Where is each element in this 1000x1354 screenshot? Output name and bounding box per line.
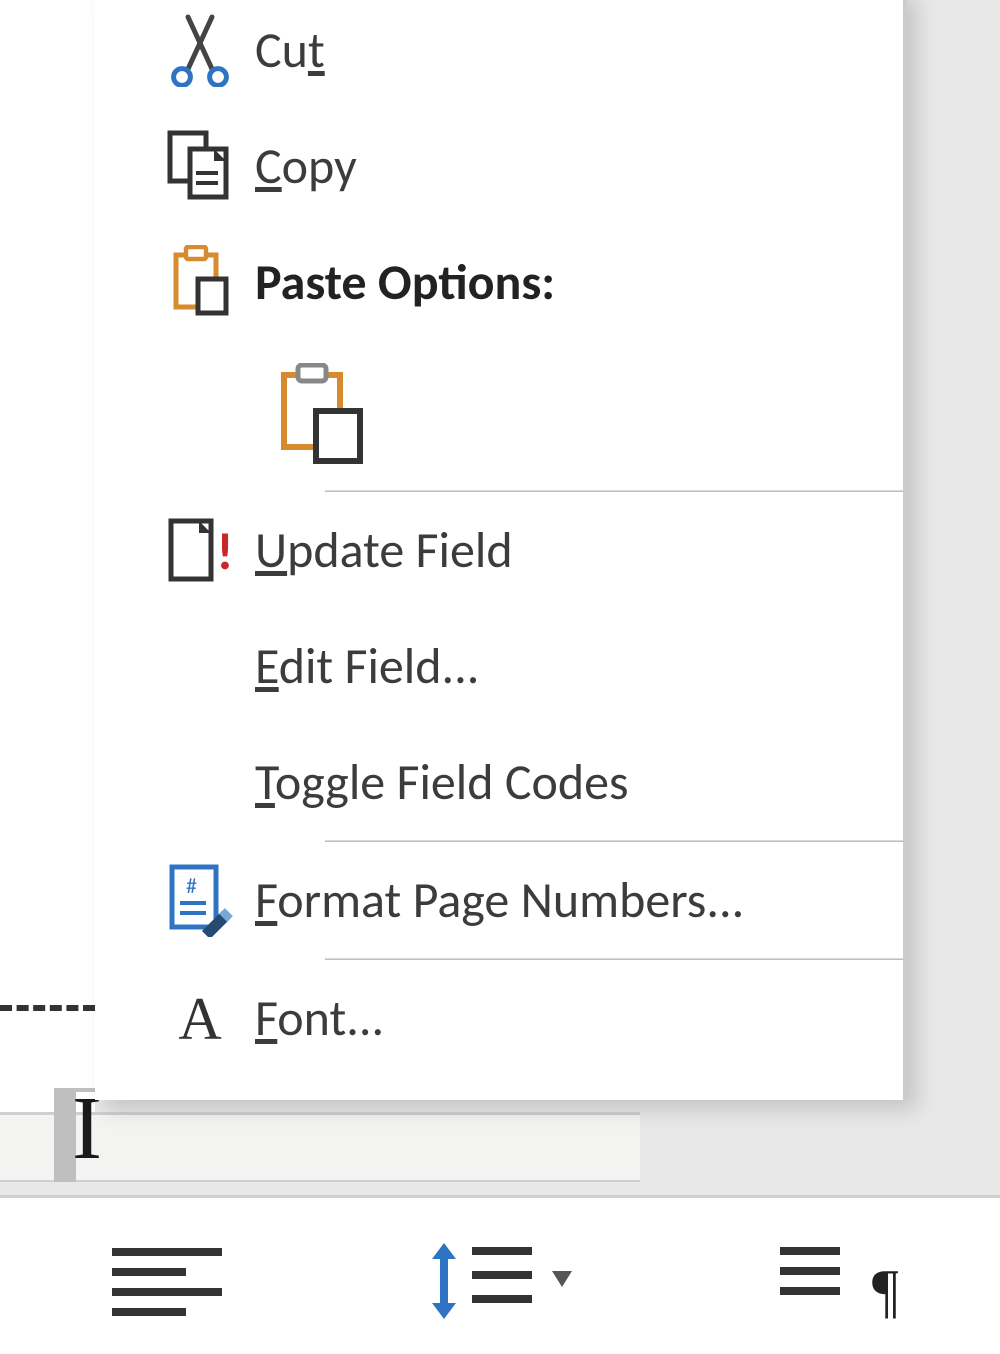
- page-number-icon: #: [145, 863, 255, 937]
- menu-item-font[interactable]: A Font...: [95, 960, 903, 1076]
- menu-label: Format Page Numbers...: [255, 870, 744, 931]
- menu-header-paste-options: Paste Options:: [95, 224, 903, 340]
- svg-text:!: !: [217, 519, 234, 583]
- svg-text:#: #: [186, 872, 197, 899]
- svg-text:A: A: [178, 986, 221, 1051]
- paste-option-keep-source[interactable]: [257, 353, 381, 477]
- update-field-icon: !: [145, 513, 255, 587]
- paste-icon: [145, 245, 255, 319]
- context-menu: Cut Copy Paste Options:: [95, 0, 907, 1100]
- menu-label: Update Field: [255, 520, 513, 581]
- document-page-edge: [0, 0, 95, 1175]
- font-icon: A: [145, 985, 255, 1051]
- menu-item-copy[interactable]: Copy: [95, 108, 903, 224]
- menu-label: Copy: [255, 136, 357, 197]
- menu-label: Edit Field...: [255, 636, 479, 697]
- menu-label: Font...: [255, 988, 384, 1049]
- line-spacing-button[interactable]: [333, 1198, 666, 1354]
- cut-icon: [145, 13, 255, 87]
- menu-label: Paste Options:: [255, 252, 555, 313]
- paragraph-marks-button[interactable]: ¶: [667, 1198, 1000, 1354]
- menu-item-cut[interactable]: Cut: [95, 0, 903, 108]
- bottom-toolbar-fragment: ¶: [0, 1195, 1000, 1354]
- menu-item-toggle-field-codes[interactable]: Toggle Field Codes: [95, 724, 903, 840]
- menu-item-edit-field[interactable]: Edit Field...: [95, 608, 903, 724]
- page-break-indicator: [0, 1005, 95, 1011]
- paste-options-gallery: [95, 340, 903, 490]
- align-left-button[interactable]: [0, 1198, 333, 1354]
- copy-icon: [145, 129, 255, 203]
- menu-label: Toggle Field Codes: [255, 752, 629, 813]
- menu-item-format-page-numbers[interactable]: # Format Page Numbers...: [95, 842, 903, 958]
- menu-label: Cut: [255, 20, 325, 81]
- menu-item-update-field[interactable]: ! Update Field: [95, 492, 903, 608]
- svg-text:¶: ¶: [872, 1258, 898, 1321]
